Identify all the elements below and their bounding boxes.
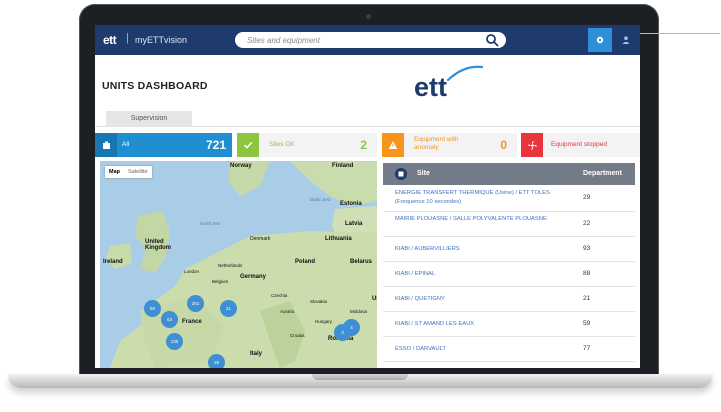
svg-text:ett: ett (414, 72, 447, 102)
map-label: Moldova (350, 309, 368, 314)
page-title: UNITS DASHBOARD (102, 80, 208, 92)
map-label: North Sea (200, 221, 221, 226)
app-name: myETTvision (135, 35, 188, 45)
stat-card-sites-ok[interactable]: Sites OK 2 (237, 133, 377, 157)
map-label: Slovakia (310, 299, 328, 304)
top-bar: ett | myETTvision (95, 25, 640, 55)
stat-card-all[interactable]: All 721 (95, 133, 232, 157)
map-label: Germany (240, 274, 267, 280)
department-cell: 88 (583, 270, 591, 277)
app-logo[interactable]: ett (103, 33, 117, 47)
user-button[interactable] (614, 28, 638, 52)
department-cell: 93 (583, 245, 591, 252)
stat-label-stopped: Equipment stopped (551, 141, 608, 148)
sites-table: Site Department ENERGIE TRANSFERT THERMI… (383, 163, 640, 368)
table-row[interactable]: ENERGIE TRANSFERT THERMIQUE (Usine) / ET… (383, 185, 635, 212)
stat-value-all: 721 (205, 138, 226, 152)
laptop-notch (312, 374, 408, 380)
settings-button[interactable] (588, 28, 612, 52)
department-cell: 59 (583, 320, 591, 327)
warning-icon (382, 133, 404, 157)
map-label: Ireland (103, 259, 123, 265)
map-label: Lithuania (325, 236, 352, 242)
map-type-satellite-button[interactable]: Satellite (124, 166, 152, 178)
map-label: Belarus (350, 259, 373, 265)
webcam (366, 14, 371, 19)
stat-value-anomaly: 0 (500, 138, 507, 152)
app-screen: ett | myETTvision UNITS DASHBOARD ett (95, 25, 640, 368)
map-cluster-marker[interactable]: 50 (144, 300, 161, 317)
map-label: Denmark (250, 236, 271, 242)
map-label: Norway (230, 163, 252, 169)
table-row[interactable]: ESSO / DARVAULT 77 (383, 337, 635, 362)
map-label: United Kingdom (145, 239, 171, 251)
tab-divider (95, 126, 640, 127)
stat-card-anomaly[interactable]: Equipment with anomaly 0 (382, 133, 517, 157)
map-label: Poland (295, 259, 316, 265)
map-label: Croatia (290, 333, 305, 338)
map-type-control[interactable]: Map Satellite (105, 166, 152, 178)
map-label: London (184, 269, 200, 274)
table-row[interactable]: KIABI / QUETIGNY 21 (383, 287, 635, 312)
department-cell: 29 (583, 194, 591, 201)
site-link[interactable]: ENERGIE TRANSFERT THERMIQUE (Usine) / ET… (395, 189, 565, 207)
department-cell: 77 (583, 345, 591, 352)
map-cluster-marker[interactable]: 251 (187, 295, 204, 312)
building-icon (95, 133, 117, 157)
table-row[interactable]: KIABI / ST AMAND LES EAUX 59 (383, 312, 635, 337)
map-cluster-marker[interactable]: 28 (208, 354, 225, 368)
map-label: Latvia (345, 221, 363, 227)
search-icon[interactable] (485, 33, 499, 47)
map-label: Estonia (340, 201, 362, 207)
stat-label-anomaly: Equipment with anomaly (414, 136, 459, 151)
fan-stopped-icon (521, 133, 543, 157)
map-cluster-marker[interactable]: 130 (166, 333, 183, 350)
department-cell: 22 (583, 220, 591, 227)
site-building-icon (395, 168, 407, 180)
map-label: Italy (250, 351, 263, 357)
callout-line (640, 33, 720, 34)
stat-label-all: All (122, 141, 130, 148)
site-link[interactable]: KIABI / QUETIGNY (395, 295, 565, 304)
map-cluster-marker[interactable]: 63 (161, 311, 178, 328)
table-row[interactable]: KIABI / EPINAL 88 (383, 262, 635, 287)
user-icon (622, 36, 630, 44)
map-label: Hungary (315, 319, 333, 324)
site-link[interactable]: ESSO / DARVAULT (395, 345, 565, 354)
map-label: Netherlands (218, 263, 243, 268)
table-row[interactable]: MAIRIE PLOUASNE / SALLE POLYVALENTE PLOU… (383, 212, 635, 237)
map-label: Belgium (212, 279, 229, 284)
site-link[interactable]: MAIRIE PLOUASNE / SALLE POLYVALENTE PLOU… (395, 215, 565, 224)
map-label: Austria (280, 309, 295, 314)
gear-icon (596, 36, 604, 44)
column-header-department[interactable]: Department (583, 170, 622, 177)
site-link[interactable]: KIABI / EPINAL (395, 270, 565, 279)
column-header-site[interactable]: Site (417, 170, 430, 177)
map-label: Uk (372, 296, 377, 302)
site-link[interactable]: KIABI / AUBERVILLIERS (395, 245, 565, 254)
map-label: France (182, 319, 202, 325)
map-cluster-marker[interactable]: 21 (220, 300, 237, 317)
sites-map[interactable]: Map Satellite Norway Finland Baltic Sea … (100, 161, 377, 368)
search-box[interactable] (235, 32, 506, 48)
stat-label-sites-ok: Sites OK (269, 141, 295, 148)
checkmark-icon (237, 133, 259, 157)
tab-supervision[interactable]: Supervision (106, 111, 192, 126)
map-type-map-button[interactable]: Map (105, 166, 124, 178)
stat-card-stopped[interactable]: Equipment stopped (521, 133, 640, 157)
map-cluster-marker[interactable]: 4 (343, 319, 360, 336)
site-link[interactable]: KIABI / ST AMAND LES EAUX (395, 320, 565, 329)
table-header: Site Department (383, 163, 635, 185)
table-row[interactable]: KIABI / AUBERVILLIERS 93 (383, 237, 635, 262)
logo-separator: | (126, 32, 129, 44)
map-label: Czechia (271, 293, 288, 298)
map-label: Finland (332, 163, 354, 169)
search-input[interactable] (247, 33, 477, 47)
ett-brand-logo: ett (414, 65, 484, 102)
map-label: Baltic Sea (310, 197, 331, 202)
stat-value-sites-ok: 2 (360, 138, 367, 152)
department-cell: 21 (583, 295, 591, 302)
